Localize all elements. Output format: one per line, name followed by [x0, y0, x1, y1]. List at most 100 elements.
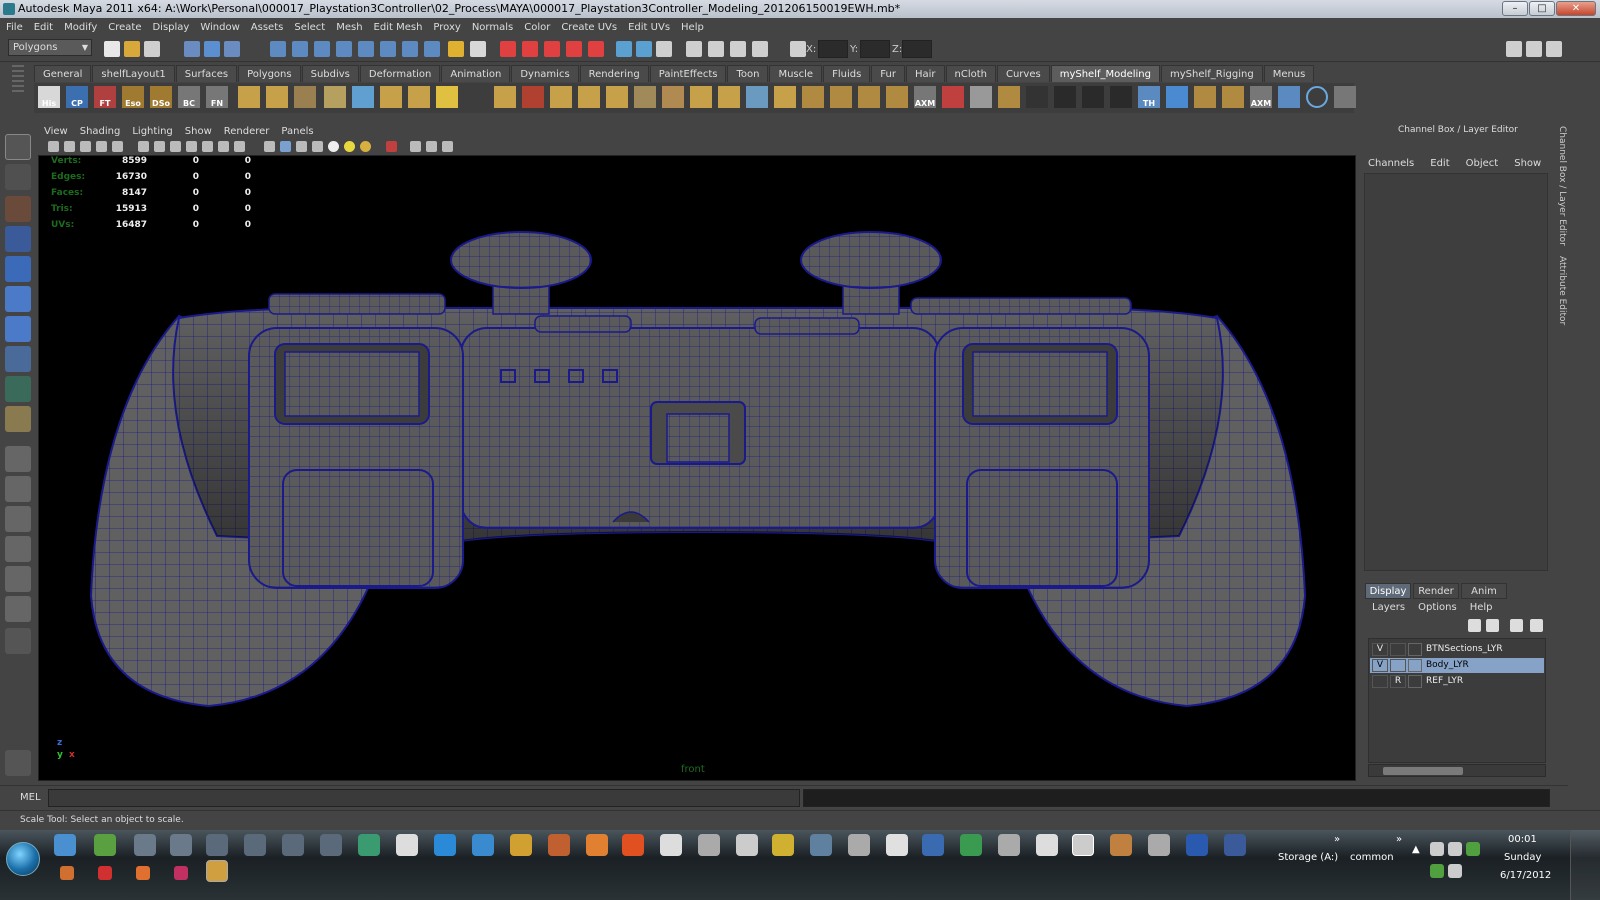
manipulator-icon[interactable] [5, 316, 31, 342]
append-icon[interactable] [550, 86, 572, 108]
vp-menu-renderer[interactable]: Renderer [224, 126, 270, 137]
maya-taskbar-icon[interactable] [1072, 834, 1094, 856]
menu-assets[interactable]: Assets [251, 22, 284, 33]
image-plane-icon[interactable] [96, 141, 107, 152]
textured-icon[interactable] [296, 141, 307, 152]
paint-select-icon[interactable] [5, 196, 31, 222]
custom-layout-icon[interactable] [5, 628, 31, 654]
construction-icon[interactable] [402, 41, 418, 57]
layer-type[interactable] [1390, 659, 1406, 672]
soft-mod-icon[interactable] [5, 346, 31, 372]
app-icon-6[interactable] [320, 834, 342, 856]
menu-edit[interactable]: Edit [34, 22, 53, 33]
app-icon-16[interactable] [848, 834, 870, 856]
checker-icon-3[interactable] [1082, 86, 1104, 108]
his-icon[interactable]: His [38, 86, 60, 108]
side-tab-channel-box[interactable]: Channel Box / Layer Editor [1553, 126, 1567, 246]
layer-visibility[interactable]: V [1372, 659, 1388, 672]
small-icon-2[interactable] [98, 866, 112, 880]
scale-tool-icon[interactable] [5, 286, 31, 312]
steam-icon[interactable] [660, 834, 682, 856]
split-icon[interactable] [324, 86, 346, 108]
menu-edit-uvs[interactable]: Edit UVs [628, 22, 670, 33]
menu-layers-help[interactable]: Help [1470, 602, 1493, 613]
minimize-button[interactable]: – [1502, 1, 1528, 16]
smooth-icon[interactable] [522, 86, 544, 108]
field-chart-icon[interactable] [186, 141, 197, 152]
tool-settings-icon[interactable] [5, 750, 31, 776]
grid-toggle-icon[interactable] [112, 141, 123, 152]
menu-file[interactable]: File [6, 22, 23, 33]
stack-icon[interactable] [1194, 86, 1216, 108]
checker-shade-icon[interactable] [312, 141, 323, 152]
maximize-button[interactable]: □ [1529, 1, 1555, 16]
numeric-input-icon[interactable] [730, 41, 746, 57]
plane-icon[interactable] [352, 86, 374, 108]
cube-icon[interactable] [830, 86, 852, 108]
gate-mask-icon[interactable] [170, 141, 181, 152]
extrude-icon[interactable] [238, 86, 260, 108]
single-pane-icon[interactable] [5, 446, 31, 472]
channel-list[interactable] [1364, 173, 1548, 571]
dots-icon[interactable] [998, 86, 1020, 108]
cylinder-icon[interactable] [858, 86, 880, 108]
vp-menu-lighting[interactable]: Lighting [132, 126, 172, 137]
snap-point-icon[interactable] [314, 41, 330, 57]
hypershade-icon[interactable] [566, 41, 582, 57]
app-icon-12[interactable] [698, 834, 720, 856]
menu-modify[interactable]: Modify [64, 22, 97, 33]
uv-map-icon[interactable] [718, 86, 740, 108]
show-channel-box-icon[interactable] [656, 41, 672, 57]
menu-show[interactable]: Show [1514, 158, 1541, 169]
tray-expand-icon[interactable]: ▲ [1412, 844, 1420, 855]
axm-icon[interactable]: AXM [914, 86, 936, 108]
volume-icon[interactable] [1430, 842, 1444, 856]
quick-select-icon[interactable] [708, 41, 724, 57]
shelf-tab-surfaces[interactable]: Surfaces [175, 65, 238, 82]
ft-icon[interactable]: FT [94, 86, 116, 108]
lock-icon[interactable] [448, 41, 464, 57]
skype-icon[interactable] [434, 834, 456, 856]
shelf-tab-rendering[interactable]: Rendering [579, 65, 649, 82]
shelf-handle[interactable] [10, 62, 26, 120]
shelf-tab-dynamics[interactable]: Dynamics [511, 65, 579, 82]
signal-icon[interactable] [1448, 864, 1462, 878]
shelf-tab-menus[interactable]: Menus [1263, 65, 1315, 82]
layout-icon[interactable] [5, 406, 31, 432]
mel-label[interactable]: MEL [20, 792, 41, 803]
select-hierarchy-icon[interactable] [184, 41, 200, 57]
app-icon-1[interactable] [134, 834, 156, 856]
app-icon-19[interactable] [1036, 834, 1058, 856]
excel-icon[interactable] [960, 834, 982, 856]
eso-icon[interactable]: Eso [122, 86, 144, 108]
save-scene-icon[interactable] [144, 41, 160, 57]
shelf-tab-curves[interactable]: Curves [996, 65, 1050, 82]
outliner-layout-icon[interactable] [5, 506, 31, 532]
ep-curve-icon[interactable] [1278, 86, 1300, 108]
app-icon-8[interactable] [396, 834, 418, 856]
menu-edit-mesh[interactable]: Edit Mesh [374, 22, 423, 33]
render-current-icon[interactable] [500, 41, 516, 57]
small-icon-1[interactable] [60, 866, 74, 880]
flag-icon[interactable] [1448, 842, 1462, 856]
triangulate-icon[interactable] [662, 86, 684, 108]
app-icon-17[interactable] [886, 834, 908, 856]
wrap-icon[interactable] [634, 86, 656, 108]
tab-render[interactable]: Render [1413, 583, 1459, 599]
app-icon-22[interactable] [1224, 834, 1246, 856]
viewport-front[interactable]: Verts: 8599 0 0 Edges: 16730 0 0 Faces: … [38, 155, 1356, 781]
circle-icon[interactable] [1306, 86, 1328, 108]
folder-icon[interactable] [206, 860, 228, 882]
transform-icon[interactable] [752, 41, 768, 57]
shelf-tab-polygons[interactable]: Polygons [238, 65, 301, 82]
ball-icon[interactable] [802, 86, 824, 108]
menu-create-uvs[interactable]: Create UVs [561, 22, 617, 33]
tool-icon[interactable] [1334, 86, 1356, 108]
uv-editor-icon[interactable] [746, 86, 768, 108]
resolution-gate-icon[interactable] [154, 141, 165, 152]
quadrangulate-icon[interactable] [690, 86, 712, 108]
app-icon-2[interactable] [170, 834, 192, 856]
menu-set-select[interactable]: Polygons ▼ [8, 39, 92, 56]
stack-icon-2[interactable] [1222, 86, 1244, 108]
scroll-thumb[interactable] [1383, 767, 1463, 775]
